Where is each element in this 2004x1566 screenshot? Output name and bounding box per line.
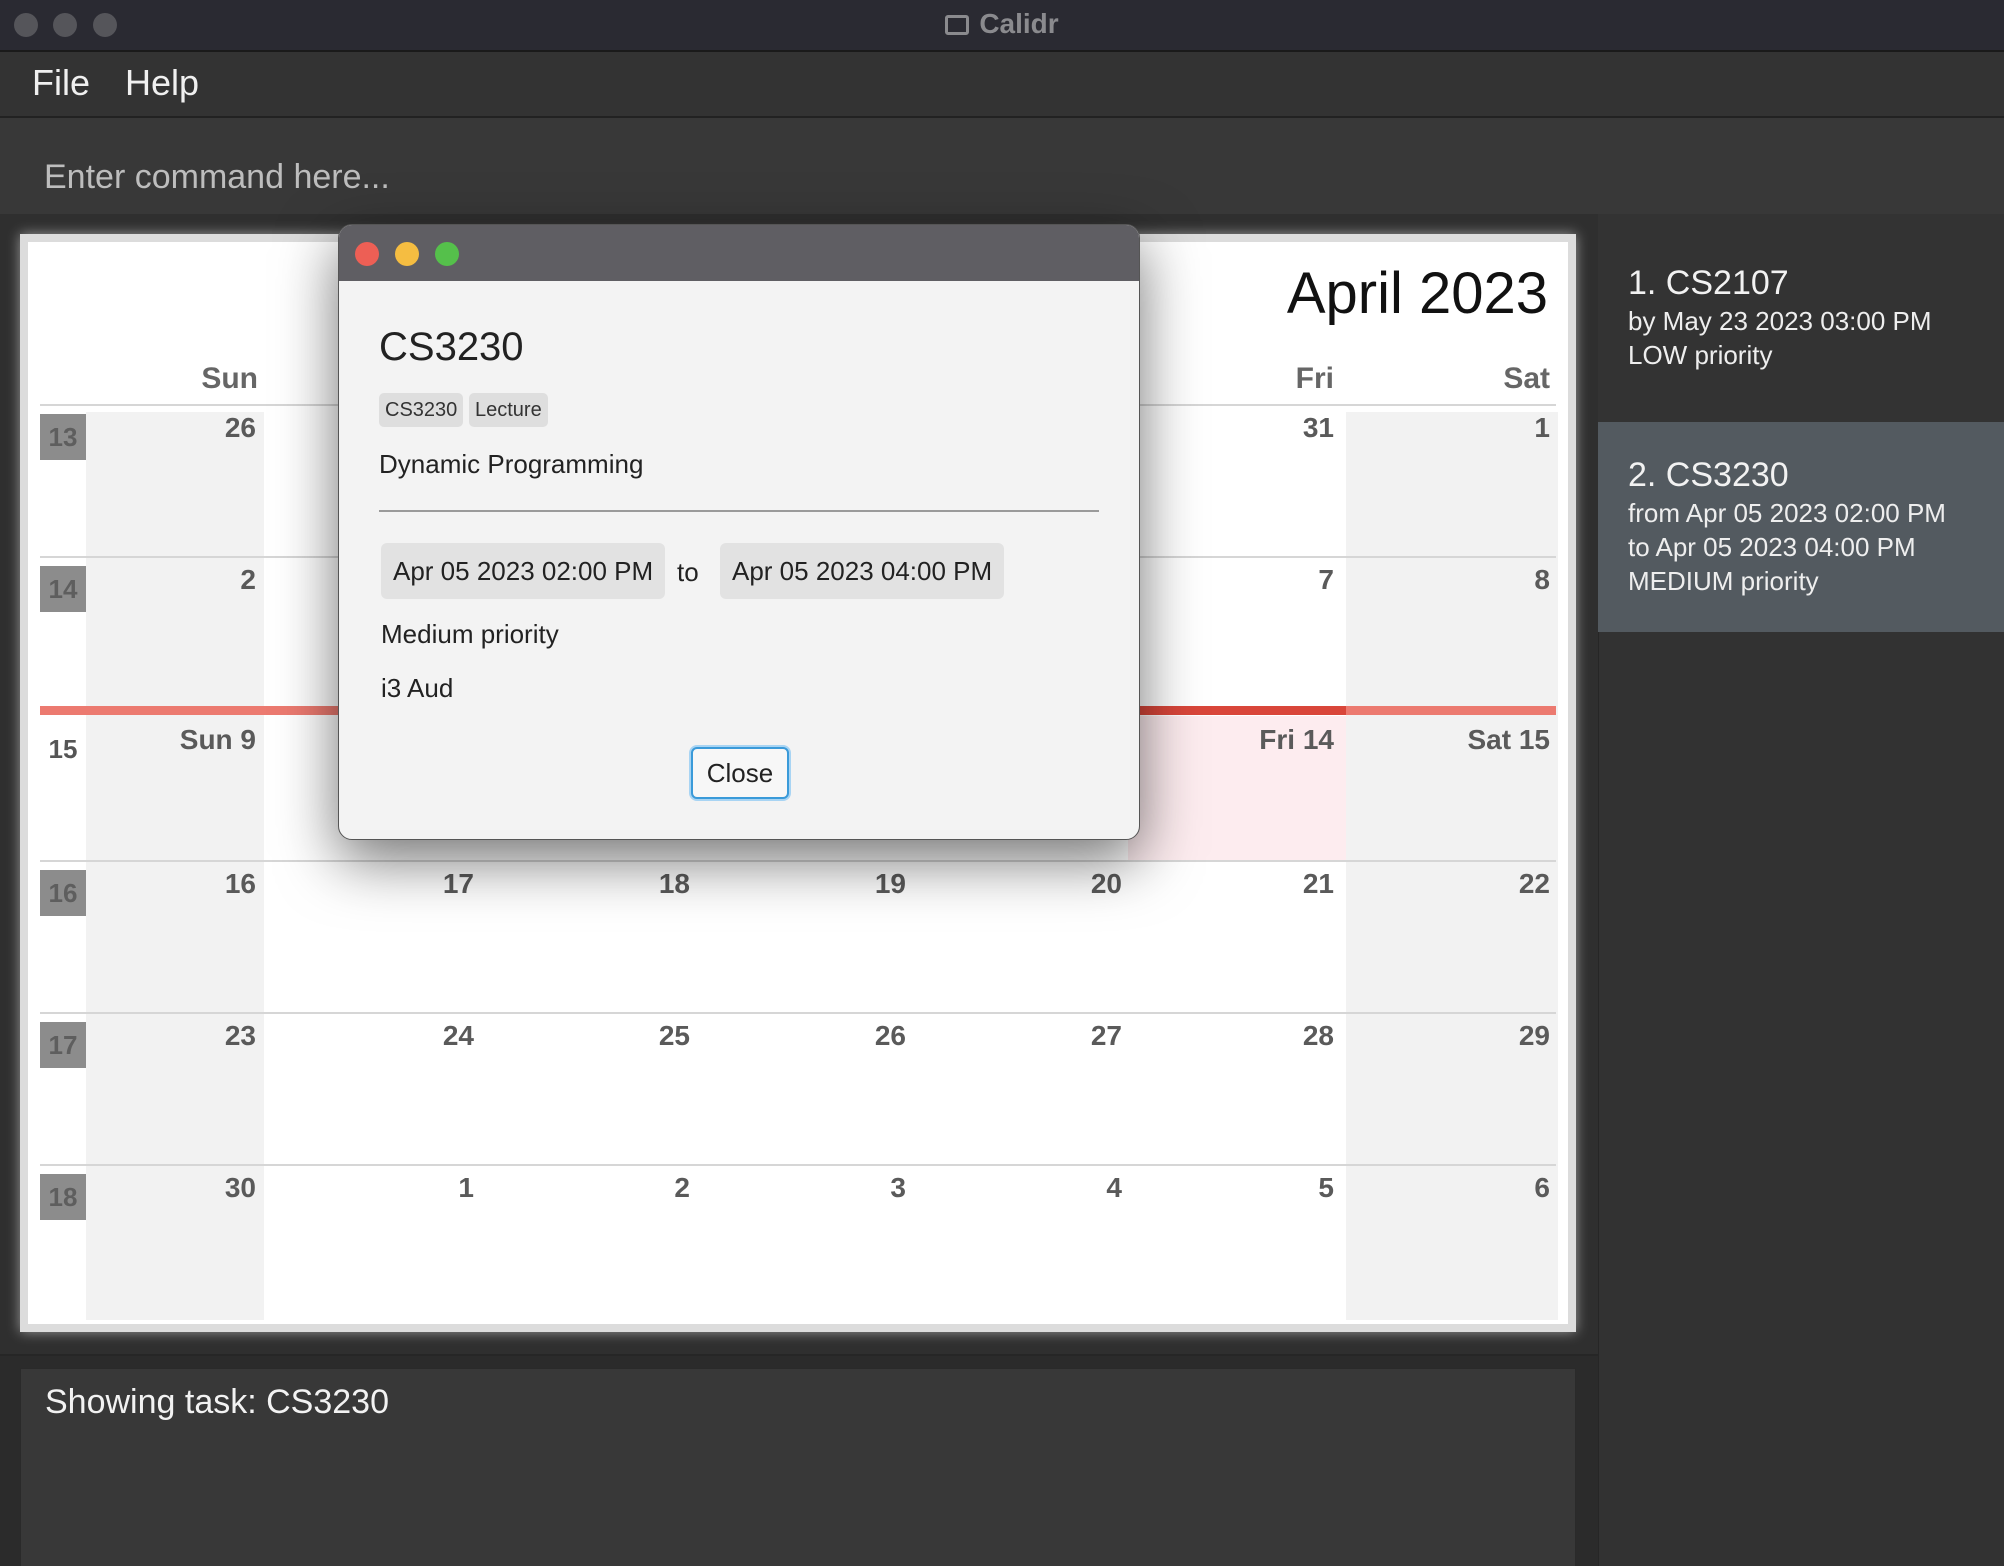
window-titlebar: Calidr [0,0,2004,52]
day-cell[interactable]: 5 [1184,1172,1334,1204]
day-cell[interactable]: 28 [1184,1020,1334,1052]
task-description: Dynamic Programming [379,449,644,479]
day-cell[interactable]: 20 [972,868,1122,900]
task-item-priority: MEDIUM priority [1628,566,1819,596]
app-icon [945,15,970,35]
close-button[interactable]: Close [691,747,789,799]
day-cell[interactable]: 29 [1400,1020,1550,1052]
day-cell[interactable]: 17 [324,868,474,900]
day-cell[interactable]: 22 [1400,868,1550,900]
result-display: Showing task: CS3230 [20,1368,1576,1566]
day-cell[interactable]: 30 [106,1172,256,1204]
week-number: 16 [40,870,86,916]
task-start-time: Apr 05 2023 02:00 PM [381,543,666,599]
weekday-header-sun: Sun [201,362,258,395]
grid-line [40,860,1556,862]
day-cell[interactable]: 7 [1184,564,1334,596]
day-cell[interactable]: 31 [1184,412,1334,444]
week-number: 14 [40,566,86,612]
dialog-close-icon[interactable] [355,242,379,266]
day-cell[interactable]: 18 [540,868,690,900]
window-title: Calidr [979,8,1059,39]
day-cell[interactable]: 25 [540,1020,690,1052]
menu-help[interactable]: Help [125,62,199,104]
week-number: 13 [40,414,86,460]
week-number-current: 15 [48,734,78,764]
day-cell[interactable]: 23 [106,1020,256,1052]
dialog-minimize-icon[interactable] [395,242,419,266]
task-item-from: from Apr 05 2023 02:00 PM [1628,498,1946,528]
grid-line [40,1164,1556,1166]
day-cell[interactable]: 2 [106,564,256,596]
task-time-separator: to [677,557,699,587]
task-tag: Lecture [469,393,548,427]
day-cell[interactable]: 1 [1400,412,1550,444]
task-tag: CS3230 [379,393,464,427]
day-cell[interactable]: 8 [1400,564,1550,596]
day-cell[interactable]: 26 [106,412,256,444]
divider [0,1354,1598,1356]
day-cell[interactable]: 4 [972,1172,1122,1204]
task-name: CS3230 [379,325,524,369]
today-bar [1128,706,1346,715]
task-item-to: to Apr 05 2023 04:00 PM [1628,532,1916,562]
window-title-group: Calidr [0,8,2004,40]
week-number: 17 [40,1022,86,1068]
day-cell[interactable]: 6 [1400,1172,1550,1204]
task-list-item[interactable]: 1. CS2107 by May 23 2023 03:00 PM LOW pr… [1598,214,2004,422]
task-list-item-selected[interactable]: 2. CS3230 from Apr 05 2023 02:00 PM to A… [1598,422,2004,632]
menu-bar: File Help [0,52,2004,118]
dialog-divider [379,510,1099,512]
task-item-title: 2. CS3230 [1628,456,1789,494]
day-cell[interactable]: 21 [1184,868,1334,900]
task-priority: Medium priority [381,619,559,649]
grid-line [40,1012,1556,1014]
weekday-header-fri: Fri [1295,362,1334,395]
command-bar [0,118,2004,216]
result-text: Showing task: CS3230 [45,1383,389,1421]
day-cell[interactable]: 27 [972,1020,1122,1052]
dialog-titlebar [339,225,1139,281]
day-cell[interactable]: 19 [756,868,906,900]
command-input[interactable] [22,140,1978,216]
weekday-header-sat: Sat [1503,362,1550,395]
day-cell-today[interactable]: Fri 14 [1184,724,1334,756]
day-cell[interactable]: Sun 9 [106,724,256,756]
dialog-maximize-icon[interactable] [435,242,459,266]
day-cell[interactable]: 24 [324,1020,474,1052]
day-cell[interactable]: 1 [324,1172,474,1204]
task-item-priority: LOW priority [1628,340,1773,370]
task-end-time: Apr 05 2023 04:00 PM [720,543,1005,599]
task-item-title: 1. CS2107 [1628,264,1789,302]
day-cell[interactable]: 3 [756,1172,906,1204]
day-cell[interactable]: 2 [540,1172,690,1204]
calendar-month-title: April 2023 [1286,261,1548,326]
task-detail-dialog: CS3230 CS3230 Lecture Dynamic Programmin… [338,224,1140,840]
task-item-deadline: by May 23 2023 03:00 PM [1628,306,1932,336]
day-cell[interactable]: 26 [756,1020,906,1052]
week-number: 18 [40,1174,86,1220]
task-location: i3 Aud [381,673,454,703]
day-cell[interactable]: 16 [106,868,256,900]
menu-file[interactable]: File [32,62,90,104]
current-week-bar [1346,706,1556,715]
day-cell[interactable]: Sat 15 [1400,724,1551,756]
